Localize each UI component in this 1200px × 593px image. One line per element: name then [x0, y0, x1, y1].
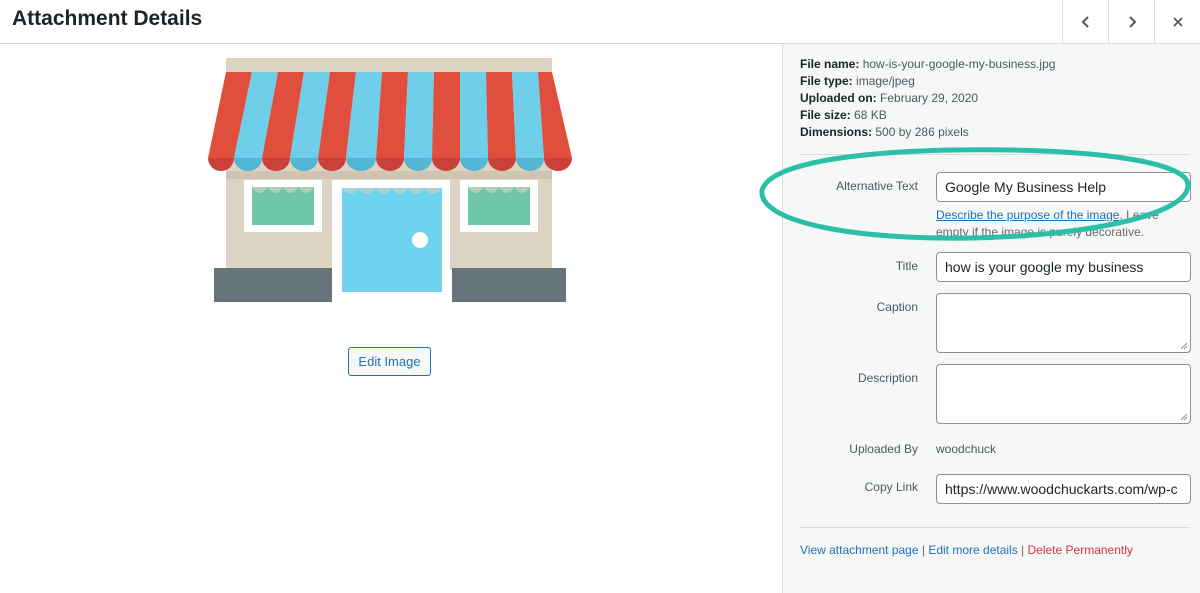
edit-more-details-link[interactable]: Edit more details: [928, 543, 1017, 557]
description-textarea[interactable]: [936, 364, 1191, 424]
caption-textarea[interactable]: [936, 293, 1191, 353]
file-size-row: File size: 68 KB: [800, 108, 887, 122]
highlight-ellipse: [759, 147, 1191, 241]
chevron-right-icon: [1128, 15, 1136, 28]
page-title: Attachment Details: [12, 7, 203, 30]
action-divider: |: [1017, 543, 1028, 557]
close-icon: [1172, 16, 1183, 27]
close-button[interactable]: [1154, 0, 1200, 43]
delete-permanently-link[interactable]: Delete Permanently: [1028, 543, 1133, 557]
resize-handle-icon[interactable]: [1180, 413, 1188, 421]
caption-label: Caption: [876, 300, 918, 314]
title-input[interactable]: how is your google my business: [936, 252, 1191, 282]
preview-pane: Edit Image: [0, 44, 782, 593]
attachment-actions: View attachment page | Edit more details…: [800, 543, 1133, 557]
storefront-image: [208, 58, 572, 302]
resize-handle-icon[interactable]: [1180, 342, 1188, 350]
copy-link-label: Copy Link: [864, 480, 918, 494]
view-attachment-page-link[interactable]: View attachment page: [800, 543, 919, 557]
uploaded-by-value: woodchuck: [936, 442, 997, 456]
divider: [800, 527, 1190, 528]
title-label: Title: [895, 259, 918, 273]
file-name-row: File name: how-is-your-google-my-busines…: [800, 57, 1056, 71]
uploaded-by-label: Uploaded By: [849, 442, 918, 456]
file-info: File name: how-is-your-google-my-busines…: [800, 56, 1055, 141]
dimensions-row: Dimensions: 500 by 286 pixels: [800, 125, 969, 139]
previous-button[interactable]: [1062, 0, 1108, 43]
edit-image-button[interactable]: Edit Image: [348, 347, 431, 376]
details-sidebar: File name: how-is-your-google-my-busines…: [782, 44, 1200, 593]
uploaded-on-row: Uploaded on: February 29, 2020: [800, 91, 979, 105]
description-label: Description: [857, 371, 918, 385]
chevron-left-icon: [1081, 15, 1089, 28]
action-divider: |: [918, 543, 929, 557]
next-button[interactable]: [1108, 0, 1154, 43]
file-type-row: File type: image/jpeg: [800, 74, 915, 88]
copy-link-input[interactable]: https://www.woodchuckarts.com/wp-c: [936, 474, 1191, 504]
modal-header: Attachment Details: [0, 0, 1200, 44]
